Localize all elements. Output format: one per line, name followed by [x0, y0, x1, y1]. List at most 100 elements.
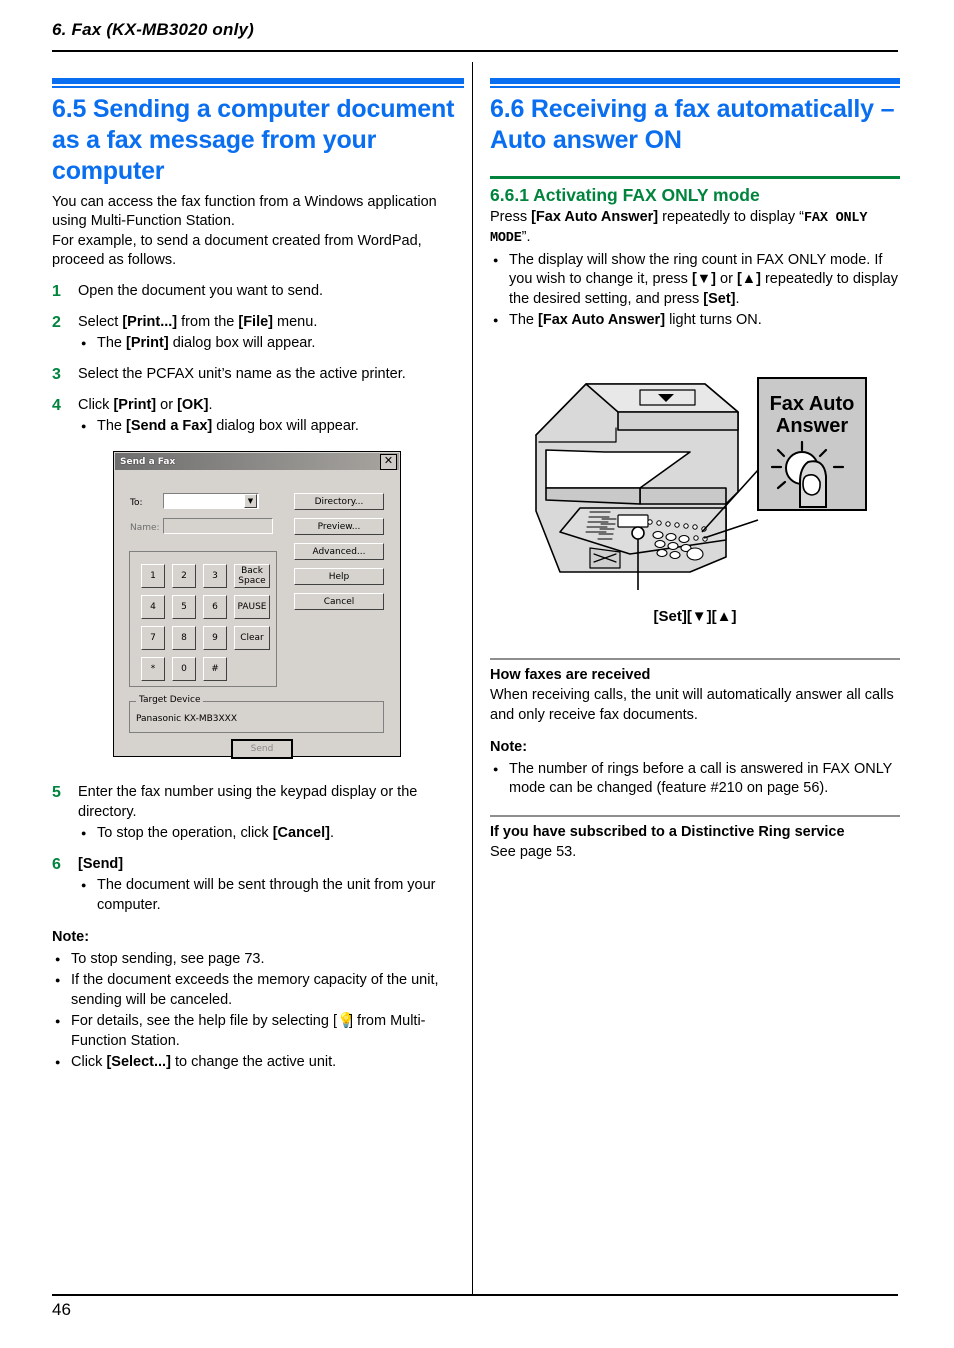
- key-fax-auto-answer: [Fax Auto Answer]: [531, 208, 659, 225]
- step-text-part: from the: [177, 313, 239, 330]
- intro-paragraph-1: You can access the fax function from a W…: [52, 193, 437, 230]
- list-item: To stop the operation, click [Cancel].: [78, 823, 464, 843]
- callout-line-2: Answer: [776, 415, 848, 437]
- running-head: 6. Fax (KX-MB3020 only): [52, 20, 255, 39]
- bullet-text: The: [97, 418, 127, 434]
- fax-machine-illustration: Fax Auto Answer: [490, 372, 900, 594]
- step-text: [Send] The document will be sent through…: [78, 855, 464, 916]
- step-text-part: Click: [78, 396, 114, 413]
- step-text-part: Select: [78, 313, 123, 330]
- manual-page: 6. Fax (KX-MB3020 only) 6.5 Sending a co…: [0, 0, 954, 1348]
- step-5-bullets: To stop the operation, click [Cancel].: [78, 823, 464, 843]
- note-text: Click: [71, 1054, 107, 1070]
- clear-button[interactable]: Clear: [234, 626, 270, 650]
- advanced-button[interactable]: Advanced...: [294, 543, 384, 560]
- key-send: [Send]: [78, 855, 124, 872]
- target-device-value: Panasonic KX-MB3XXX: [136, 714, 237, 724]
- step-6: 6 [Send] The document will be sent throu…: [52, 855, 464, 916]
- help-button[interactable]: Help: [294, 568, 384, 585]
- key-set: [Set]: [703, 290, 736, 307]
- directory-button[interactable]: Directory...: [294, 493, 384, 510]
- step-4: 4 Click [Print] or [OK]. The [Send a Fax…: [52, 396, 464, 437]
- step-2: 2 Select [Print...] from the [File] menu…: [52, 313, 464, 354]
- step-1: 1 Open the document you want to send.: [52, 282, 464, 302]
- step-number: 1: [52, 282, 61, 300]
- note-text: If the document exceeds the memory capac…: [71, 972, 439, 1008]
- footer-rule: [52, 1294, 898, 1296]
- step-4-bullets: The [Send a Fax] dialog box will appear.: [78, 416, 464, 436]
- step-text-part: menu.: [273, 313, 318, 330]
- list-item: If the document exceeds the memory capac…: [52, 970, 464, 1010]
- activating-bullets: The display will show the ring count in …: [490, 250, 900, 331]
- step-3: 3 Select the PCFAX unit’s name as the ac…: [52, 365, 464, 385]
- bullet-text: To stop the operation, click: [97, 825, 273, 841]
- subsection-rule-green: [490, 175, 900, 179]
- step-number: 5: [52, 784, 61, 801]
- intro-lead: Press: [490, 208, 532, 225]
- dialog-body: To: ▼ Name: 1 2 3 4 5 6 7 8 9 * 0 # Back…: [114, 471, 400, 759]
- list-item: The number of rings before a call is ans…: [490, 759, 900, 799]
- key-print-button: [Print]: [113, 396, 157, 413]
- how-faxes-heading: How faxes are received: [490, 667, 651, 683]
- list-item: The [Fax Auto Answer] light turns ON.: [490, 310, 900, 330]
- note-text: To stop sending, see page 73.: [71, 950, 265, 967]
- right-column-lower: How faxes are received When receiving ca…: [490, 658, 900, 862]
- section-rule-blue: [52, 78, 464, 88]
- key-hash[interactable]: #: [203, 657, 227, 681]
- step-text: Click [Print] or [OK]. The [Send a Fax] …: [78, 396, 464, 437]
- bullet-text: .: [329, 825, 334, 841]
- key-3[interactable]: 3: [203, 564, 227, 588]
- preview-button[interactable]: Preview...: [294, 518, 384, 535]
- right-notes-list: The number of rings before a call is ans…: [490, 759, 900, 799]
- note-label: Note:: [52, 929, 90, 945]
- name-input[interactable]: [163, 518, 273, 534]
- activating-intro: Press [Fax Auto Answer] repeatedly to di…: [490, 208, 900, 249]
- to-label: To:: [130, 498, 143, 508]
- note-label: Note:: [490, 739, 528, 755]
- target-device-label: Target Device: [136, 695, 204, 705]
- key-9[interactable]: 9: [203, 626, 227, 650]
- cancel-button[interactable]: Cancel: [294, 593, 384, 610]
- list-item: The display will show the ring count in …: [490, 250, 900, 310]
- key-select-button: [Select...]: [106, 1054, 171, 1070]
- step-text: Select the PCFAX unit’s name as the acti…: [78, 365, 406, 382]
- key-0[interactable]: 0: [172, 657, 196, 681]
- step-text-part: Enter the fax number using the keypad di…: [78, 784, 418, 820]
- step-text: Select [Print...] from the [File] menu. …: [78, 313, 464, 354]
- list-item: For details, see the help file by select…: [52, 1011, 464, 1051]
- bullet-text: The document will be sent through the un…: [97, 877, 436, 913]
- key-8[interactable]: 8: [172, 626, 196, 650]
- key-5[interactable]: 5: [172, 595, 196, 619]
- step-text: Open the document you want to send.: [78, 282, 324, 299]
- key-6[interactable]: 6: [203, 595, 227, 619]
- key-down-arrow: [▼]: [691, 271, 716, 287]
- left-notes-list: To stop sending, see page 73. If the doc…: [52, 949, 464, 1073]
- back-space-button[interactable]: Back Space: [234, 564, 270, 588]
- illustration-caption: [Set][▼][▲]: [653, 608, 737, 625]
- close-icon[interactable]: ✕: [380, 453, 397, 470]
- pause-button[interactable]: PAUSE: [234, 595, 270, 619]
- key-7[interactable]: 7: [141, 626, 165, 650]
- step-number: 6: [52, 855, 61, 873]
- step-text: Enter the fax number using the keypad di…: [78, 783, 464, 844]
- section-rule-blue: [490, 78, 900, 88]
- bullet-text: The: [97, 335, 127, 351]
- dialog-title: Send a Fax: [120, 456, 176, 467]
- chevron-down-icon[interactable]: ▼: [244, 494, 257, 508]
- key-1[interactable]: 1: [141, 564, 165, 588]
- column-divider: [472, 62, 473, 1294]
- dialog-title-bar: Send a Fax ✕: [115, 453, 399, 470]
- step-number: 4: [52, 396, 61, 414]
- callout-line-1: Fax Auto: [770, 393, 855, 415]
- key-asterisk[interactable]: *: [141, 657, 165, 681]
- key-4[interactable]: 4: [141, 595, 165, 619]
- page-number: 46: [52, 1300, 71, 1319]
- right-column: 6.6 Receiving a fax automatically – Auto…: [490, 78, 900, 331]
- key-ok-button: [OK]: [177, 396, 209, 413]
- key-up-arrow: [▲]: [736, 271, 761, 287]
- key-2[interactable]: 2: [172, 564, 196, 588]
- send-button[interactable]: Send: [231, 739, 293, 759]
- bullet-text: dialog box will appear.: [168, 335, 316, 351]
- section-heading-6-5: 6.5 Sending a computer document as a fax…: [52, 94, 455, 185]
- name-label: Name:: [130, 523, 160, 533]
